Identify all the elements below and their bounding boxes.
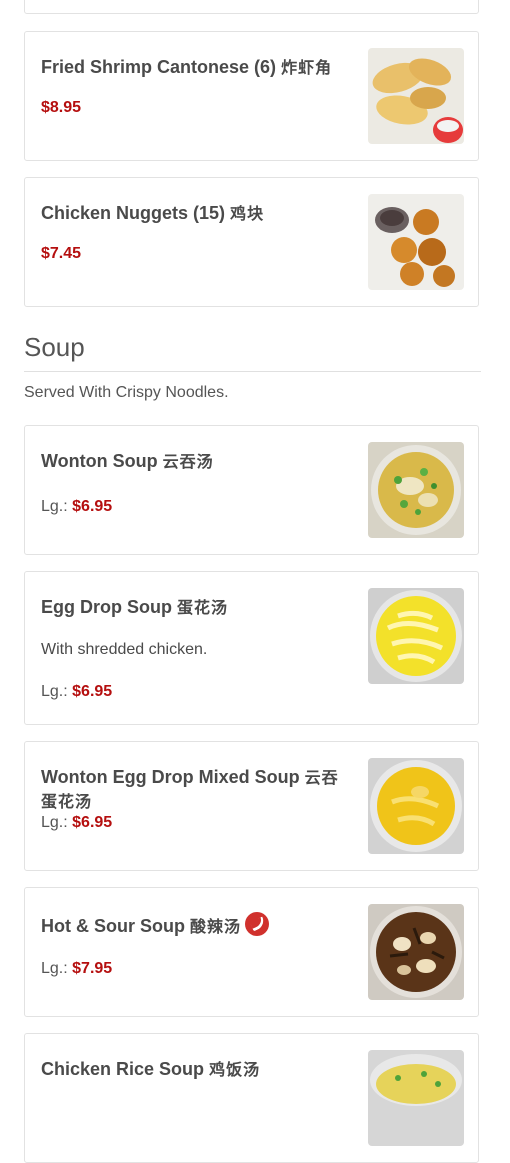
menu-item-photo <box>368 442 464 538</box>
menu-item-photo <box>368 904 464 1000</box>
section-description: Served With Crispy Noodles. <box>24 384 229 401</box>
menu-item-description: With shredded chicken. <box>41 641 208 658</box>
menu-item-name: Chicken Nuggets (15) 鸡块 <box>41 203 265 223</box>
menu-item-price: Lg.: $6.95 <box>41 814 113 831</box>
menu-item-card-partial[interactable] <box>24 0 479 14</box>
menu-item-price: Lg.: $7.95 <box>41 960 113 977</box>
menu-item-price: $8.95 <box>41 99 82 116</box>
section-title: Soup <box>24 332 85 362</box>
menu-item-card[interactable]: Fried Shrimp Cantonese (6) 炸虾角 $8.95 <box>24 31 479 161</box>
menu-item-name: Chicken Rice Soup 鸡饭汤 <box>41 1059 261 1079</box>
menu-item-price: Lg.: $6.95 <box>41 498 113 515</box>
menu-item-name: Wonton Soup 云吞汤 <box>41 451 214 471</box>
menu-item-card[interactable]: Hot & Sour Soup 酸辣汤 Lg.: $7.95 <box>24 887 479 1017</box>
menu-item-card[interactable]: Wonton Egg Drop Mixed Soup 云吞蛋花汤 Lg.: $6… <box>24 741 479 871</box>
menu-item-name: Hot & Sour Soup 酸辣汤 <box>41 912 351 939</box>
menu-item-card[interactable]: Chicken Nuggets (15) 鸡块 $7.45 <box>24 177 479 307</box>
menu-item-card[interactable]: Egg Drop Soup 蛋花汤 With shredded chicken.… <box>24 571 479 725</box>
menu-item-photo <box>368 48 464 144</box>
menu-item-photo <box>368 194 464 290</box>
menu-item-card[interactable]: Wonton Soup 云吞汤 Lg.: $6.95 <box>24 425 479 555</box>
section-divider <box>24 371 481 372</box>
menu-item-card[interactable]: Chicken Rice Soup 鸡饭汤 <box>24 1033 479 1163</box>
menu-item-name: Fried Shrimp Cantonese (6) 炸虾角 <box>41 57 333 77</box>
menu-item-photo <box>368 588 464 684</box>
menu-item-name: Egg Drop Soup 蛋花汤 <box>41 597 229 617</box>
menu-item-name: Wonton Egg Drop Mixed Soup 云吞蛋花汤 <box>41 767 339 811</box>
menu-item-photo <box>368 1050 464 1146</box>
menu-item-photo <box>368 758 464 854</box>
menu-item-price: Lg.: $6.95 <box>41 683 113 700</box>
menu-item-price: $7.45 <box>41 245 82 262</box>
chili-pepper-icon <box>245 912 270 936</box>
